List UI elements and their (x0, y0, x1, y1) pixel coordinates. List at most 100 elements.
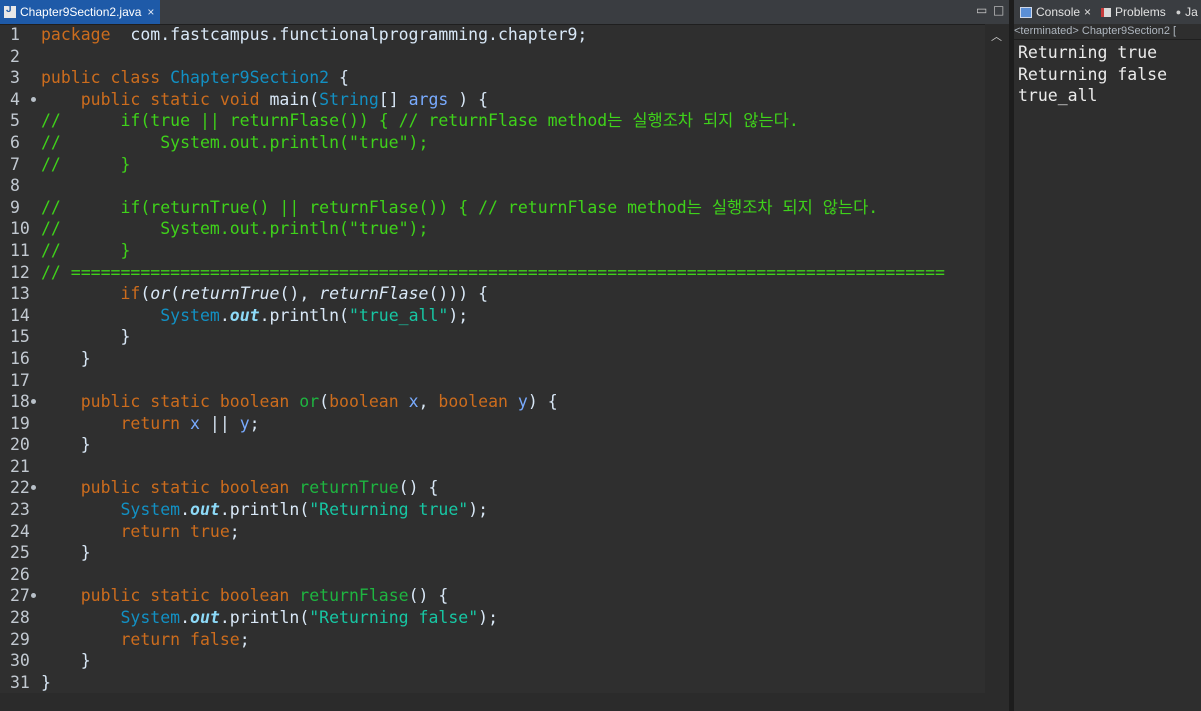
code-line: public static boolean or(boolean x, bool… (41, 391, 985, 413)
code-line: return true; (41, 521, 985, 543)
code-token: returnTrue (180, 284, 280, 304)
code-token: // if(true || returnFlase()) { // return… (41, 111, 799, 131)
tab-javadoc-label: Ja (1185, 5, 1198, 19)
code-line: } (41, 672, 985, 694)
minimize-icon[interactable]: ▭ (976, 3, 987, 17)
code-token: "true_all" (348, 305, 449, 325)
code-token: { (329, 68, 349, 88)
code-token: com.fastcampus.functionalprogramming.cha… (110, 25, 588, 44)
line-number-gutter: 1 2 3 4 5 6 7 8 9 10 11 12 13 14 15 16 17 18 19 20 21 22 23 24 2… (0, 24, 40, 711)
code-line: } (41, 434, 985, 456)
console-view: Console × Problems ● Ja <terminated> Cha… (1014, 0, 1201, 711)
code-token: out (229, 305, 260, 325)
code-token: ) { (527, 392, 558, 412)
fold-toggle-icon[interactable] (31, 399, 36, 405)
code-token: } (41, 672, 51, 692)
console-icon (1020, 6, 1032, 18)
java-file-icon (4, 4, 16, 18)
fold-toggle-icon[interactable] (31, 593, 36, 599)
maximize-icon[interactable]: □ (993, 3, 1004, 17)
code-token: public class (41, 68, 171, 88)
code-token: // System.out.println("true"); (41, 132, 429, 152)
line-number: 5 (10, 111, 20, 131)
code-token: ( (140, 284, 151, 304)
code-token: // System.out.println("true"); (41, 219, 429, 239)
code-line: public static boolean returnTrue() { (41, 477, 985, 499)
code-token: args (408, 89, 449, 109)
code-line: } (41, 542, 985, 564)
vertical-scrollbar[interactable]: ︿ (985, 24, 1009, 711)
tab-javadoc[interactable]: ● Ja (1170, 0, 1201, 24)
close-icon[interactable]: × (1084, 5, 1091, 19)
line-number: 16 (10, 348, 30, 368)
code-token: ); (448, 305, 469, 325)
line-number: 20 (10, 435, 30, 455)
code-token: main( (269, 89, 320, 109)
code-token: // =====================================… (41, 262, 945, 282)
line-number: 29 (10, 629, 30, 649)
code-area[interactable]: package com.fastcampus.functionalprogram… (41, 24, 985, 711)
code-token: . (180, 500, 191, 520)
code-line: public static boolean returnFlase() { (41, 585, 985, 607)
tab-console[interactable]: Console × (1014, 0, 1095, 24)
code-line: // System.out.println("true"); (41, 132, 985, 154)
fold-toggle-icon[interactable] (31, 96, 36, 102)
editor-tab-label: Chapter9Section2.java (20, 5, 142, 19)
line-number: 27 (0, 585, 40, 607)
tab-console-label: Console (1036, 5, 1081, 19)
line-number: 8 (10, 176, 20, 196)
close-icon[interactable]: × (147, 5, 154, 19)
code-line: return x || y; (41, 413, 985, 435)
line-number: 9 (10, 197, 20, 217)
code-token: ) { (448, 89, 489, 109)
line-number: 13 (10, 284, 30, 304)
line-number: 25 (10, 543, 30, 563)
horizontal-scrollbar[interactable] (0, 693, 985, 711)
code-token: () { (408, 586, 449, 606)
code-token: || (199, 413, 240, 433)
code-line: System.out.println("Returning false"); (41, 607, 985, 629)
code-token: .println( (219, 608, 310, 628)
fold-toggle-icon[interactable] (31, 485, 36, 491)
code-token: } (41, 543, 91, 563)
line-number: 18 (0, 391, 40, 413)
console-tab-bar: Console × Problems ● Ja (1014, 0, 1201, 24)
code-line: if(or(returnTrue(), returnFlase())) { (41, 283, 985, 305)
code-token: . (219, 305, 230, 325)
code-token: (), (279, 284, 320, 304)
code-token: y (239, 413, 250, 433)
code-line: // System.out.println("true"); (41, 218, 985, 240)
code-line: } (41, 650, 985, 672)
scroll-up-icon[interactable]: ︿ (991, 28, 1002, 44)
tab-problems[interactable]: Problems (1095, 0, 1170, 24)
line-number: 1 (10, 25, 20, 44)
code-token: "Returning false" (309, 608, 479, 628)
code-token: ; (239, 629, 250, 649)
line-number: 31 (10, 672, 30, 692)
code-token: } (41, 651, 91, 671)
line-number: 28 (10, 608, 30, 628)
code-token: } (41, 348, 91, 368)
code-token: ( (319, 392, 330, 412)
code-line: System.out.println("Returning true"); (41, 499, 985, 521)
code-editor[interactable]: Chapter9Section2.java × ▭ □ 123456789101… (0, 0, 1009, 711)
code-token: , (418, 392, 439, 412)
code-line: // =====================================… (41, 262, 985, 284)
code-token: () { (398, 478, 439, 498)
editor-tab-chapter9section2[interactable]: Chapter9Section2.java × (0, 0, 161, 24)
code-token: "Returning true" (309, 500, 469, 520)
line-number: 12 (10, 262, 30, 282)
code-token: boolean (438, 392, 518, 412)
code-token: return true (120, 521, 230, 541)
line-number: 30 (10, 651, 30, 671)
code-token: public static boolean (80, 586, 300, 606)
